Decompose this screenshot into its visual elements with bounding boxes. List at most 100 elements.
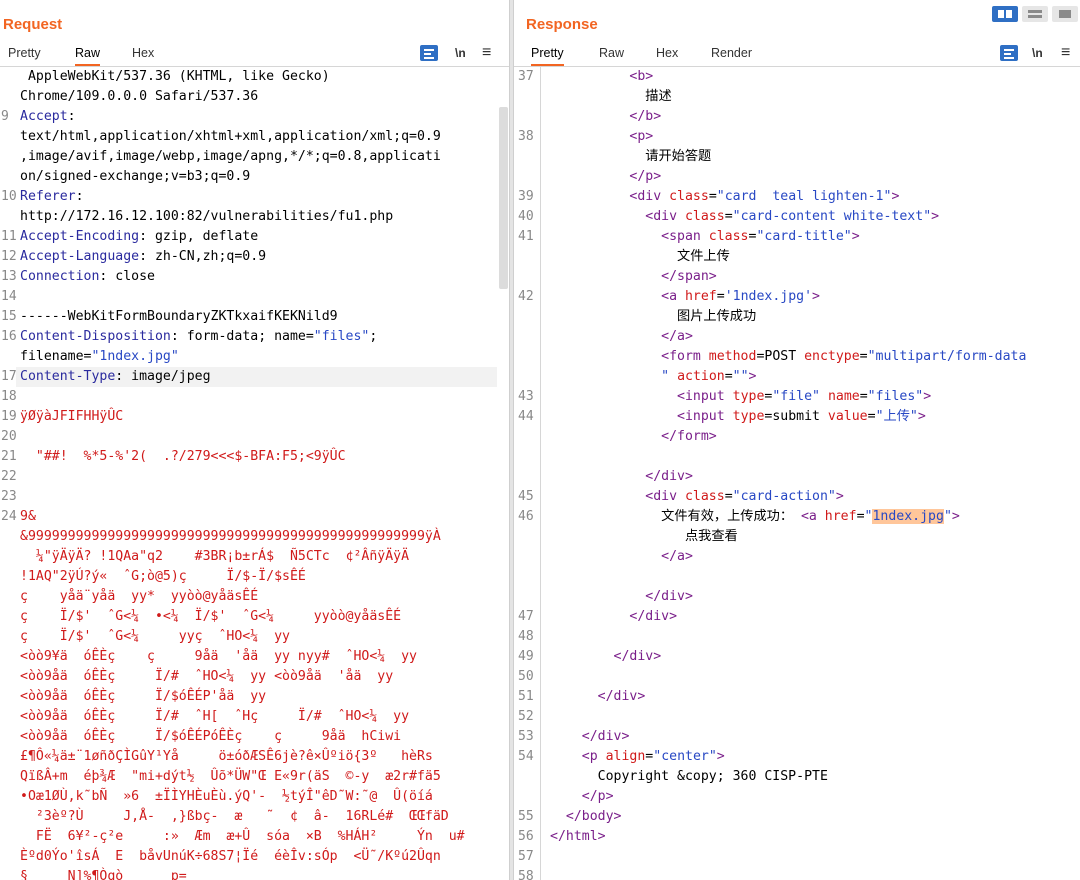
request-scrollbar[interactable]: [499, 107, 508, 289]
code-line: ²3èº?Ù J,Å- ,}ßbç- æ ˜ ¢ â- 16RLé# ŒŒfäD: [20, 807, 449, 827]
code-text: =: [856, 509, 865, 524]
html-attribute: class: [684, 489, 725, 504]
code-line: Accept-Language: zh-CN,zh;q=0.9: [20, 247, 266, 267]
request-tabs: Pretty Raw Hex \n ≡: [0, 44, 509, 66]
code-line: </div>: [550, 727, 630, 747]
line-number: 54: [518, 749, 534, 764]
binary-data: ¼"ÿÄÿÄ? !1QAa"q2 #3BR¡b±rÁ$ Ñ5CTc ¢²ÂñÿÄ…: [20, 549, 410, 564]
code-line: Copyright &copy; 360 CISP-PTE: [550, 767, 828, 787]
menu-icon[interactable]: ≡: [1061, 44, 1070, 62]
binary-data: Èºd0Ýo'îsÁ E båvUnúK÷68S7¦Ïé éèÎv:sÓp <Ü…: [20, 849, 441, 864]
code-text: Copyright &copy; 360 CISP-PTE: [550, 769, 828, 784]
html-tag: </html>: [550, 829, 606, 844]
wrap-lines-icon[interactable]: [1000, 45, 1018, 63]
response-tab-render[interactable]: Render: [711, 44, 752, 66]
code-text: =submit: [764, 409, 828, 424]
response-tab-pretty[interactable]: Pretty: [531, 44, 564, 66]
code-line: <òò9¥ä óÊÈç ç 9åä 'åä yy nyy# ˆHO<¼ yy: [20, 647, 417, 667]
request-tab-hex[interactable]: Hex: [132, 44, 154, 66]
line-number: 52: [518, 709, 534, 724]
line-number: 9: [1, 109, 9, 124]
line-number: 40: [518, 209, 534, 224]
code-line: ------WebKitFormBoundaryZKTkxaifKEKNild9: [20, 307, 338, 327]
code-text: filename=: [20, 349, 92, 364]
code-line: 图片上传成功: [550, 307, 756, 327]
code-text: =: [859, 389, 868, 404]
code-line: 9&: [20, 507, 36, 527]
request-newline-toggle[interactable]: \n: [455, 44, 466, 62]
line-number: 41: [518, 229, 534, 244]
layout-split-vertical-icon[interactable]: [1022, 6, 1048, 22]
request-editor[interactable]: 9 10 11 12 13 14 15 16 17 18 19 20 21 22 23 24 AppleWeb…: [0, 66, 509, 880]
code-line: •Oæ1ØÙ,k˜bÑ »6 ±ÏÌYHÈuÈù.ýQ'- ½týÎ"êD˜W:…: [20, 787, 433, 807]
html-attribute: value: [827, 409, 868, 424]
html-tag: >: [917, 409, 926, 424]
line-number: 20: [1, 429, 17, 444]
code-line: !1AQ"2ÿÚ?ý« ˆG;ò@5)ç Ï/$-Ï/$sÊÉ: [20, 567, 306, 587]
html-attribute: method: [708, 349, 757, 364]
code-line: 点我查看: [550, 527, 738, 547]
binary-data: 9&: [20, 509, 36, 524]
line-number: 15: [1, 309, 17, 324]
line-number: 22: [1, 469, 17, 484]
html-tag: <p>: [629, 129, 654, 144]
html-tag: >: [835, 489, 844, 504]
code-line: Accept:: [20, 107, 76, 127]
response-tab-raw[interactable]: Raw: [599, 44, 624, 66]
html-tag: </body>: [565, 809, 622, 824]
html-tag: </a>: [661, 329, 693, 344]
response-tab-hex[interactable]: Hex: [656, 44, 678, 66]
code-text: : image/jpeg: [115, 369, 211, 384]
line-number: 14: [1, 289, 17, 304]
code-text: 描述: [550, 89, 672, 104]
html-tag: >: [923, 389, 932, 404]
code-line: </div>: [550, 647, 662, 667]
line-number: 18: [1, 389, 17, 404]
string-value: "card-action": [732, 489, 836, 504]
code-line: <p>: [550, 127, 653, 147]
html-attribute: action: [677, 369, 725, 384]
menu-icon[interactable]: ≡: [482, 44, 491, 62]
line-number: 42: [518, 289, 534, 304]
response-newline-toggle[interactable]: \n: [1032, 44, 1043, 62]
line-number: 46: [518, 509, 534, 524]
response-gutter: 37 38 39 40 41 42 43 44 45 46 47 48 49 50 51 52 53 54 55 56…: [514, 67, 541, 880]
code-line: <div class="card-content white-text">: [550, 207, 939, 227]
html-attribute: href: [824, 509, 857, 524]
wrap-lines-icon[interactable]: [420, 45, 438, 63]
request-tab-pretty[interactable]: Pretty: [8, 44, 41, 66]
request-tab-raw[interactable]: Raw: [75, 44, 101, 66]
html-tag: </div>: [597, 689, 646, 704]
header-name: Accept: [20, 109, 68, 124]
layout-split-horizontal-icon[interactable]: [992, 6, 1018, 22]
code-line: </b>: [550, 107, 661, 127]
code-line: 文件上传: [550, 247, 730, 267]
string-value: "center": [653, 749, 717, 764]
code-line: ç yåä¨yåä yy* yyòò@yåäsÊÉ: [20, 587, 258, 607]
code-text: AppleWebKit/537.36 (KHTML, like Gecko): [20, 69, 330, 84]
binary-data: ç yåä¨yåä yy* yyòò@yåäsÊÉ: [20, 589, 259, 604]
code-text: :: [67, 109, 76, 124]
layout-single-icon[interactable]: [1052, 6, 1078, 22]
code-text: ;: [369, 329, 378, 344]
string-value: "": [732, 369, 749, 384]
code-line: <input type="file" name="files">: [550, 387, 931, 407]
code-text: : close: [99, 269, 155, 284]
response-editor[interactable]: 37 38 39 40 41 42 43 44 45 46 47 48 49 50 51 52 53 54 55 56…: [514, 66, 1080, 880]
string-value: "card-title": [756, 229, 852, 244]
code-text: : form-data; name=: [170, 329, 314, 344]
code-text: =: [716, 289, 725, 304]
code-line: </span>: [550, 267, 717, 287]
line-number: 56: [518, 829, 534, 844]
code-text: 文件上传: [550, 249, 730, 264]
